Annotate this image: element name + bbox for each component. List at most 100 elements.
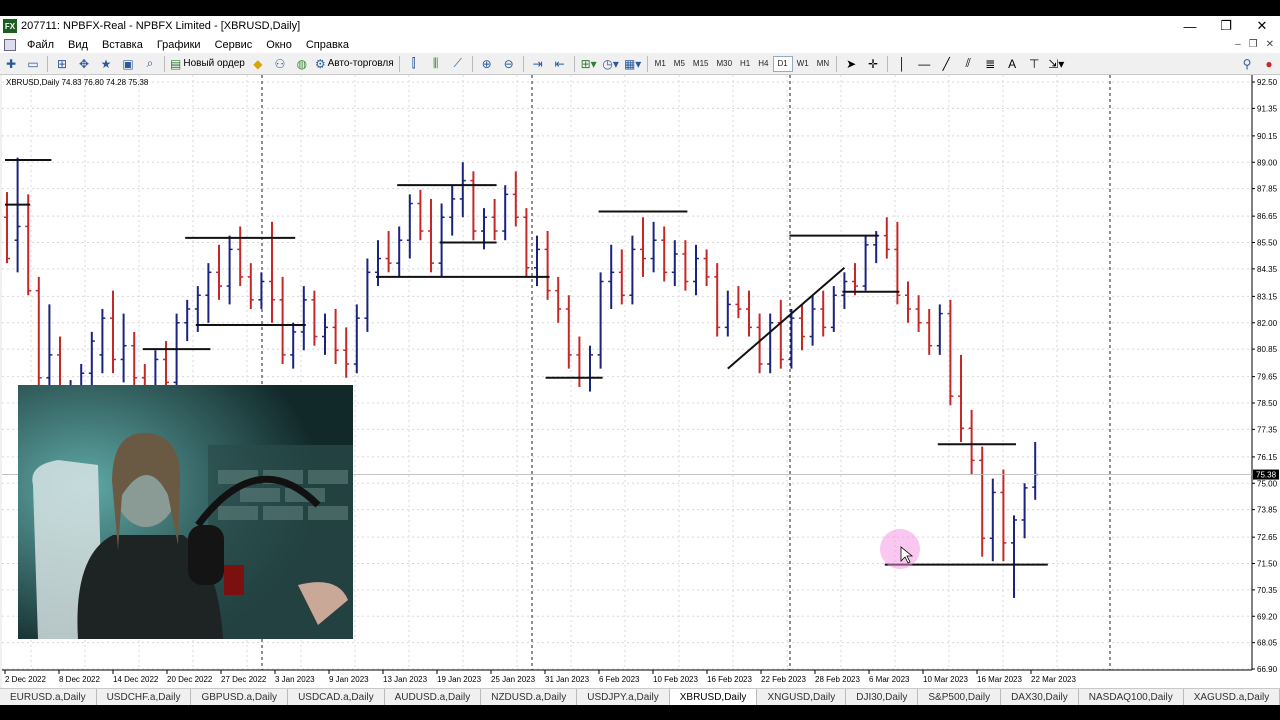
minimize-button[interactable]: — (1172, 16, 1208, 36)
notifications-icon[interactable]: ● (1260, 55, 1278, 73)
ohlc-bar (184, 299, 191, 342)
chart-tab[interactable]: XBRUSD,Daily (669, 689, 758, 705)
navigator-icon[interactable]: ★ (97, 55, 115, 73)
search-icon[interactable]: ⚲ (1238, 55, 1256, 73)
menu-item-0[interactable]: Файл (20, 39, 61, 51)
ohlc-bar (428, 198, 434, 273)
chart-tab[interactable]: GBPUSD.a,Daily (191, 689, 289, 705)
timeframe-m15-button[interactable]: M15 (689, 56, 713, 72)
chart-tab[interactable]: USDJPY.a,Daily (577, 689, 670, 705)
chart-tab[interactable]: S&P500,Daily (918, 689, 1002, 705)
terminal-window: FX 207711: NPBFX-Real - NPBFX Limited - … (0, 0, 1280, 720)
periods-icon[interactable]: ◷▾ (602, 55, 620, 73)
price-axis-label: 80.85 (1257, 345, 1278, 354)
mdi-control-1[interactable]: ❐ (1249, 39, 1258, 50)
trendline-icon[interactable]: ╱ (937, 55, 955, 73)
menu-item-4[interactable]: Сервис (208, 39, 260, 51)
market-watch-icon[interactable]: ⊞ (53, 55, 71, 73)
profiles-icon[interactable]: ▭ (24, 55, 42, 73)
price-axis-label: 72.65 (1257, 533, 1278, 542)
chart-shift-icon[interactable]: ⇤ (551, 55, 569, 73)
vps-icon[interactable]: ◍ (293, 55, 311, 73)
timeframe-m30-button[interactable]: M30 (712, 56, 736, 72)
chart-tab[interactable]: XAGUSD.a,Daily (1184, 689, 1280, 705)
timeframe-h1-button[interactable]: H1 (736, 56, 754, 72)
ohlc-bar (661, 226, 668, 282)
metaeditor-icon[interactable]: ◆ (249, 55, 267, 73)
timeframe-m5-button[interactable]: M5 (670, 56, 689, 72)
menu-item-1[interactable]: Вид (61, 39, 95, 51)
toolbar: ✚ ▭ ⊞ ✥ ★ ▣ ⌕ ▤ Новый ордер ◆ ⚇ ◍ ⚙ Авто… (0, 53, 1280, 75)
new-order-label: Новый ордер (183, 58, 245, 69)
timeframe-m1-button[interactable]: M1 (651, 56, 670, 72)
mdi-control-0[interactable]: – (1235, 39, 1241, 50)
terminal-icon[interactable]: ▣ (119, 55, 137, 73)
candlestick-icon[interactable]: ⫼ (427, 55, 445, 73)
timeframe-mn-button[interactable]: MN (813, 56, 833, 72)
tester-icon[interactable]: ⌕ (141, 55, 159, 73)
close-button[interactable]: ✕ (1244, 16, 1280, 36)
chart-tab[interactable]: NASDAQ100,Daily (1079, 689, 1184, 705)
zoom-out-icon[interactable]: ⊖ (500, 55, 518, 73)
ohlc-bar (629, 235, 636, 305)
chart-tab[interactable]: DAX30,Daily (1001, 689, 1079, 705)
webcam-picture (18, 385, 353, 639)
ohlc-bar (820, 290, 827, 337)
price-axis-label: 84.35 (1257, 265, 1278, 274)
vertical-line-icon[interactable]: │ (893, 55, 911, 73)
text-tool-icon[interactable]: A (1003, 55, 1021, 73)
new-order-button[interactable]: ▤ Новый ордер (170, 55, 245, 73)
cursor-icon[interactable]: ➤ (842, 55, 860, 73)
toolbar-separator (573, 55, 575, 72)
auto-scroll-icon[interactable]: ⇥ (529, 55, 547, 73)
arrows-icon[interactable]: ⇲▾ (1047, 55, 1065, 73)
text-label-icon[interactable]: ⊤ (1025, 55, 1043, 73)
chart-tab[interactable]: AUDUSD.a,Daily (385, 689, 482, 705)
horizontal-line-icon[interactable]: — (915, 55, 933, 73)
chart-tab[interactable]: NZDUSD.a,Daily (481, 689, 578, 705)
ohlc-bar (131, 331, 138, 392)
timeframe-w1-button[interactable]: W1 (793, 56, 813, 72)
toolbar-separator (522, 55, 524, 72)
ohlc-bar (110, 290, 116, 374)
mdi-control-2[interactable]: ✕ (1266, 39, 1274, 50)
chart-tab[interactable]: XNGUSD,Daily (757, 689, 847, 705)
channel-icon[interactable]: ⫽ (959, 55, 977, 73)
menu-item-5[interactable]: Окно (259, 39, 299, 51)
ohlc-bar (417, 189, 424, 241)
line-chart-icon[interactable]: ⟋ (449, 55, 467, 73)
crosshair-icon[interactable]: ✛ (864, 55, 882, 73)
new-chart-icon[interactable]: ✚ (2, 55, 20, 73)
indicators-icon[interactable]: ⊞▾ (580, 55, 598, 73)
timeframe-h4-button[interactable]: H4 (754, 56, 772, 72)
chart-tab[interactable]: DJI30,Daily (846, 689, 919, 705)
toolbar-separator (836, 55, 838, 72)
menu-item-6[interactable]: Справка (299, 39, 356, 51)
chart-tab[interactable]: USDCAD.a,Daily (288, 689, 385, 705)
chart-tab[interactable]: EURUSD.a,Daily (0, 689, 97, 705)
zoom-in-icon[interactable]: ⊕ (478, 55, 496, 73)
ohlc-bar (14, 157, 21, 273)
templates-icon[interactable]: ▦▾ (624, 55, 642, 73)
ohlc-bar (968, 409, 975, 475)
auto-trading-button[interactable]: ⚙ Авто-торговля (315, 55, 394, 73)
chart-window-icon[interactable] (4, 38, 16, 51)
ohlc-bar (25, 194, 32, 296)
maximize-button[interactable]: ❐ (1208, 16, 1244, 36)
trendline[interactable] (727, 266, 846, 370)
ohlc-bar (1021, 483, 1028, 539)
data-window-icon[interactable]: ✥ (75, 55, 93, 73)
new-order-icon: ▤ (170, 56, 182, 71)
menu-item-3[interactable]: Графики (150, 39, 208, 51)
current-price-label: 75.38 (1256, 471, 1277, 480)
timeframe-d1-button[interactable]: D1 (772, 55, 793, 72)
chart-tabs: EURUSD.a,Daily USDCHF.a,Daily GBPUSD.a,Dai… (0, 688, 1280, 705)
price-axis-label: 71.50 (1257, 560, 1278, 569)
bar-chart-icon[interactable]: ⫿ (405, 55, 423, 73)
signals-icon[interactable]: ⚇ (271, 55, 289, 73)
chart-tab[interactable]: USDCHF.a,Daily (97, 689, 192, 705)
menu-item-2[interactable]: Вставка (95, 39, 150, 51)
ohlc-bar (300, 286, 307, 351)
fibonacci-icon[interactable]: ≣ (981, 55, 999, 73)
ohlc-bar (926, 309, 933, 355)
